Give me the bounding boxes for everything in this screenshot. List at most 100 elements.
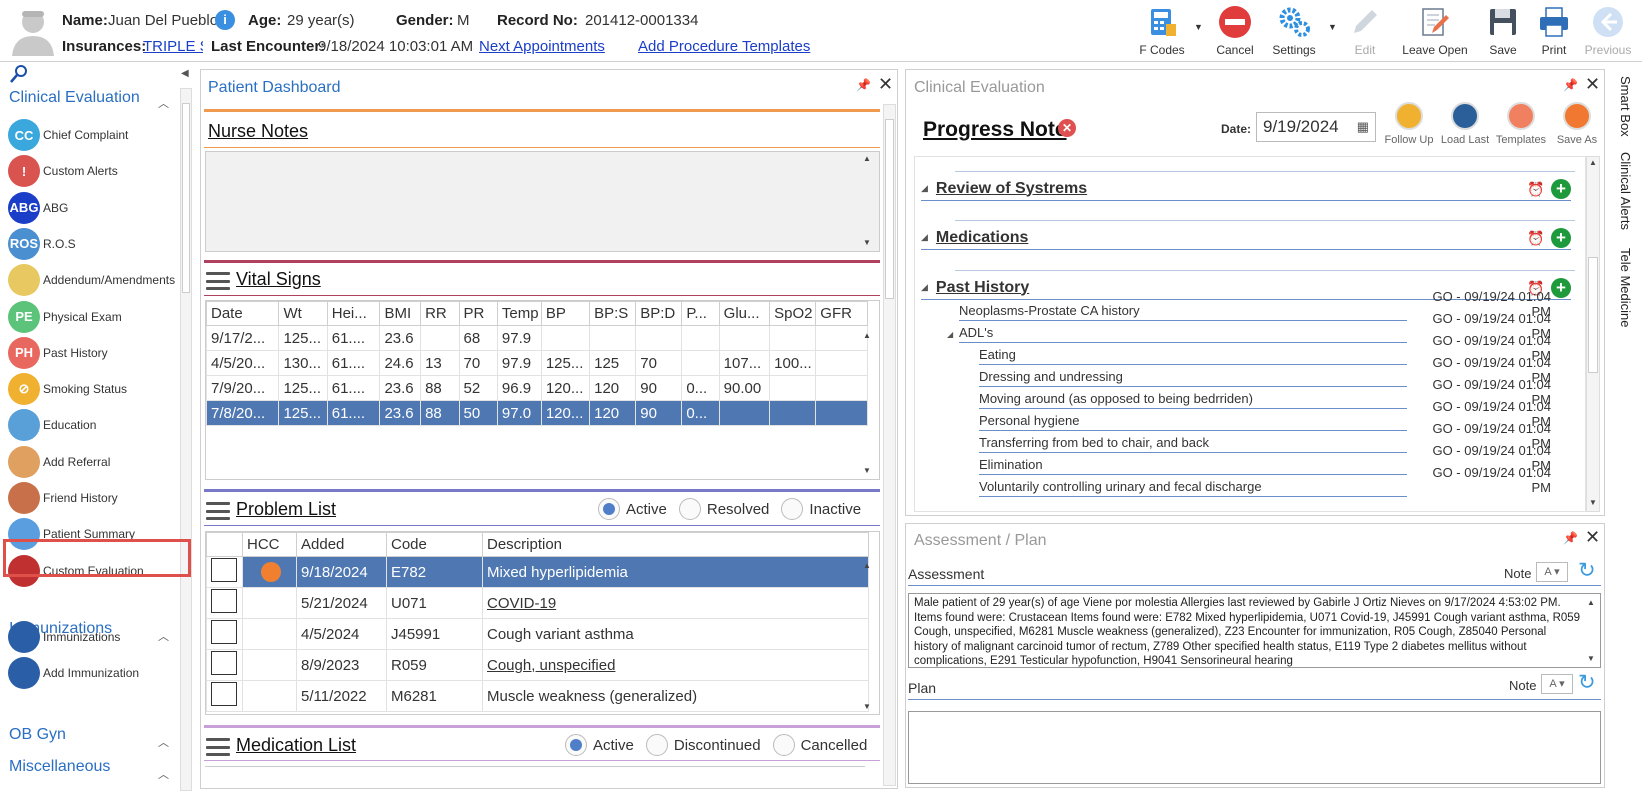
chevron-up-icon[interactable]: ︿: [158, 734, 169, 750]
close-icon[interactable]: ✕: [1585, 74, 1600, 95]
nav-section-obgyn[interactable]: OB Gyn: [9, 726, 66, 744]
medications-menu-icon[interactable]: [206, 738, 230, 756]
calendar-icon[interactable]: ▦: [1357, 119, 1369, 135]
next-appointments-link[interactable]: Next Appointments: [479, 38, 605, 55]
scroll-up-icon[interactable]: ▲: [863, 154, 871, 163]
cancel-button[interactable]: Cancel: [1204, 4, 1266, 60]
vitals-column-header[interactable]: SpO2: [769, 301, 817, 326]
nav-item[interactable]: Friend History: [8, 481, 188, 515]
tab-smart-box[interactable]: Smart Box: [1618, 76, 1633, 137]
nav-item[interactable]: Add Referral: [8, 445, 188, 479]
nav-section-misc[interactable]: Miscellaneous: [9, 758, 110, 776]
fcodes-button[interactable]: F Codes: [1131, 4, 1193, 60]
nav-item[interactable]: ! Custom Alerts: [8, 154, 188, 188]
scroll-up-icon[interactable]: ▲: [1589, 158, 1597, 167]
filter-radio[interactable]: Cancelled: [772, 734, 867, 756]
add-icon[interactable]: +: [1551, 178, 1571, 199]
add-procedure-templates-link[interactable]: Add Procedure Templates: [638, 38, 810, 55]
leave-open-button[interactable]: Leave Open: [1399, 4, 1471, 60]
row-checkbox[interactable]: [211, 589, 237, 613]
previous-button[interactable]: Previous: [1577, 4, 1639, 60]
problem-column-header[interactable]: Description: [482, 532, 869, 557]
date-field[interactable]: 9/19/2024 ▦: [1256, 112, 1376, 142]
vitals-column-header[interactable]: Glu...: [718, 301, 771, 326]
vitals-column-header[interactable]: BP:S: [589, 301, 637, 326]
vitals-menu-icon[interactable]: [206, 272, 230, 290]
search-icon[interactable]: [9, 64, 29, 87]
pin-icon[interactable]: 📌: [1563, 78, 1578, 92]
row-checkbox-cell[interactable]: [206, 680, 243, 712]
row-checkbox[interactable]: [211, 651, 237, 675]
fcodes-dropdown-icon[interactable]: ▼: [1194, 22, 1203, 32]
chevron-up-icon[interactable]: ︿: [158, 95, 169, 111]
row-checkbox-cell[interactable]: [206, 587, 243, 619]
history-entry[interactable]: Voluntarily controlling urinary and feca…: [979, 465, 1551, 497]
nav-item[interactable]: ABG ABG: [8, 191, 188, 225]
remove-note-icon[interactable]: ✕: [1058, 119, 1076, 137]
vitals-column-header[interactable]: PR: [458, 301, 498, 326]
table-row[interactable]: 9/18/2024 E782 Mixed hyperlipidemia: [206, 556, 869, 588]
pin-icon[interactable]: 📌: [856, 78, 871, 92]
table-row[interactable]: 8/9/2023 R059 Cough, unspecified: [206, 649, 869, 681]
refresh-icon[interactable]: ↻: [1578, 558, 1596, 583]
vitals-column-header[interactable]: BMI: [379, 301, 422, 326]
pin-icon[interactable]: 📌: [1563, 531, 1578, 545]
problem-column-header[interactable]: Added: [296, 532, 387, 557]
dashboard-scrollbar[interactable]: [883, 104, 896, 786]
table-row[interactable]: 4/5/2024 J45991 Cough variant asthma: [206, 618, 869, 650]
chevron-up-icon[interactable]: ︿: [158, 766, 169, 782]
vitals-column-header[interactable]: BP: [540, 301, 591, 326]
problem-column-header[interactable]: HCC: [242, 532, 297, 557]
row-checkbox-cell[interactable]: [206, 618, 243, 650]
problems-menu-icon[interactable]: [206, 502, 230, 520]
filter-radio[interactable]: Resolved: [678, 498, 769, 520]
row-checkbox-cell[interactable]: [206, 556, 243, 588]
plan-template-dropdown[interactable]: A ▾: [1541, 674, 1573, 694]
scroll-up-icon[interactable]: ▲: [863, 561, 871, 570]
settings-button[interactable]: Settings: [1263, 4, 1325, 60]
print-button[interactable]: Print: [1523, 4, 1585, 60]
vitals-column-header[interactable]: Hei...: [326, 301, 381, 326]
table-row[interactable]: 7/8/20... 125... 61.... 23.6 88 50 97.0 120... 1…: [206, 400, 868, 426]
follow-up-button[interactable]: Follow Up: [1381, 102, 1437, 146]
assessment-textarea[interactable]: Male patient of 29 year(s) of age Viene …: [908, 593, 1601, 668]
insurance-link[interactable]: TRIPLE S: [143, 38, 203, 55]
vitals-column-header[interactable]: GFR: [815, 301, 868, 326]
table-row[interactable]: 4/5/20... 130... 61.... 24.6 13 70 97.9 125... 1…: [206, 350, 868, 376]
alarm-clock-icon[interactable]: ⏰: [1527, 181, 1544, 197]
nav-item[interactable]: Immunizations: [8, 620, 188, 654]
table-row[interactable]: 5/11/2022 M6281 Muscle weakness (generaliz…: [206, 680, 869, 712]
nurse-notes-textarea[interactable]: [205, 151, 880, 252]
scroll-down-icon[interactable]: ▼: [1587, 654, 1595, 663]
filter-radio[interactable]: Active: [565, 734, 634, 756]
nav-item[interactable]: ⊘ Smoking Status: [8, 372, 188, 406]
vitals-column-header[interactable]: P...: [681, 301, 720, 326]
filter-radio[interactable]: Discontinued: [645, 734, 761, 756]
nav-item[interactable]: PH Past History: [8, 336, 188, 370]
save-as-button[interactable]: Save As: [1549, 102, 1605, 146]
nav-item[interactable]: CC Chief Complaint: [8, 118, 188, 152]
vitals-column-header[interactable]: Wt: [278, 301, 328, 326]
filter-radio[interactable]: Active: [598, 498, 667, 520]
tab-tele-medicine[interactable]: Tele Medicine: [1618, 248, 1633, 328]
table-row[interactable]: 7/9/20... 125... 61.... 23.6 88 52 96.9 120... 1…: [206, 375, 868, 401]
vitals-column-header[interactable]: Date: [206, 301, 280, 326]
row-checkbox[interactable]: [211, 558, 237, 582]
vitals-column-header[interactable]: RR: [420, 301, 460, 326]
scroll-down-icon[interactable]: ▼: [1589, 498, 1597, 507]
add-icon[interactable]: +: [1551, 227, 1571, 248]
nav-item[interactable]: Add Immunization: [8, 656, 188, 690]
scroll-down-icon[interactable]: ▼: [863, 702, 871, 711]
info-icon[interactable]: i: [215, 10, 235, 30]
nav-item[interactable]: Education: [8, 408, 188, 442]
plan-textarea[interactable]: [908, 711, 1601, 784]
vitals-column-header[interactable]: BP:D: [635, 301, 683, 326]
alarm-clock-icon[interactable]: ⏰: [1527, 230, 1544, 246]
row-checkbox-cell[interactable]: [206, 649, 243, 681]
collapse-nav-icon[interactable]: ◀: [181, 68, 189, 79]
collapse-arrow-icon[interactable]: ◢: [921, 183, 928, 194]
load-last-button[interactable]: Load Last: [1437, 102, 1493, 146]
scroll-down-icon[interactable]: ▼: [863, 466, 871, 475]
nav-item[interactable]: PE Physical Exam: [8, 300, 188, 334]
table-row[interactable]: 5/21/2024 U071 COVID-19: [206, 587, 869, 619]
